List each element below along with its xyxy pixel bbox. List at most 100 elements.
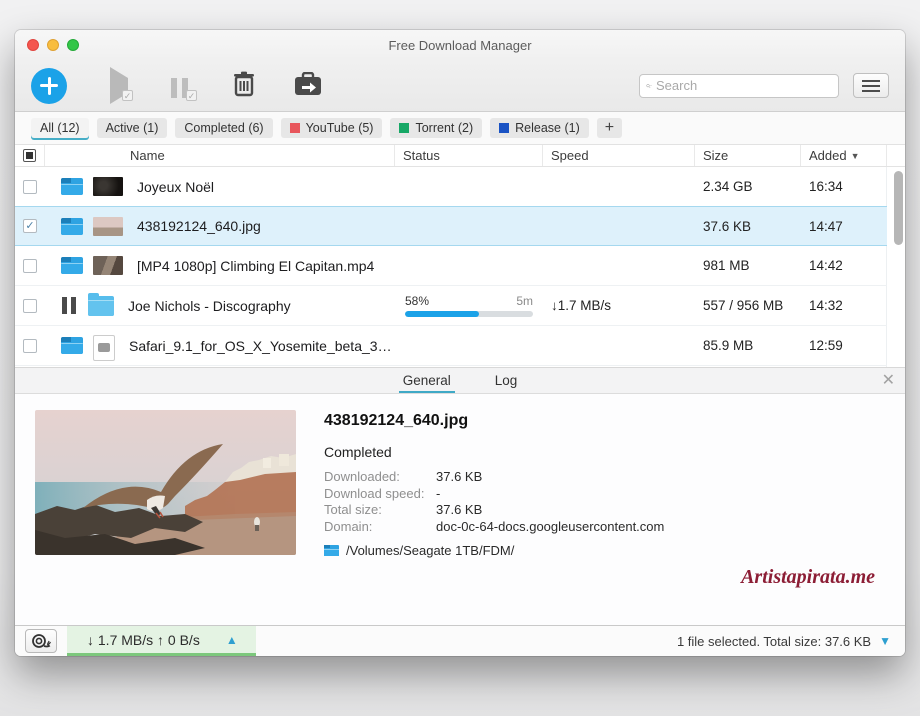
chevron-up-icon: ▲ (226, 633, 238, 647)
export-button[interactable] (293, 71, 323, 101)
hamburger-icon (862, 80, 880, 82)
table-row[interactable]: Safari_9.1_for_OS_X_Yosemite_beta_3.dmg … (15, 326, 887, 366)
added-time: 12:59 (809, 338, 843, 353)
zoom-window-button[interactable] (67, 39, 79, 51)
close-detail-icon[interactable]: ✕ (882, 373, 895, 389)
table-header: Name Status Speed Size Added ▼ (15, 145, 905, 167)
table-row-downloading[interactable]: Joe Nichols - Discography 58% 5m ↓1.7 MB… (15, 286, 887, 326)
watermark: Artistapirata.me (741, 566, 875, 589)
export-box-icon (294, 72, 322, 96)
field-label: Downloaded: (324, 469, 436, 484)
header-name[interactable]: Name (45, 145, 395, 166)
file-name: Joe Nichols - Discography (128, 298, 291, 314)
dmg-file-icon (93, 335, 115, 361)
field-label: Total size: (324, 502, 436, 517)
field-value: - (436, 486, 664, 501)
tab-release[interactable]: Release (1) (490, 118, 589, 138)
row-checkbox[interactable] (23, 259, 37, 273)
search-field (639, 74, 839, 98)
toolbar: ✓ ✓ (15, 60, 905, 112)
file-name: Joyeux Noël (137, 179, 214, 195)
progress-bar (405, 311, 533, 317)
file-preview-image (35, 410, 296, 555)
selection-summary[interactable]: 1 file selected. Total size: 37.6 KB ▼ (677, 634, 891, 649)
folder-icon (324, 545, 339, 556)
global-speed-toggle[interactable]: ↓ 1.7 MB/s ↑ 0 B/s ▲ (67, 626, 256, 656)
app-window: Free Download Manager ✓ ✓ (15, 30, 905, 656)
folder-icon (61, 257, 83, 274)
row-checkbox[interactable] (23, 339, 37, 353)
sort-chevron-icon: ▼ (851, 151, 860, 161)
table-row-selected[interactable]: ✓ 438192124_640.jpg 37.6 KB 14:47 (15, 206, 887, 246)
file-size: 85.9 MB (703, 338, 753, 353)
filter-tabbar: All (12) Active (1) Completed (6) YouTub… (15, 112, 905, 145)
added-time: 14:32 (809, 298, 843, 313)
tab-youtube[interactable]: YouTube (5) (281, 118, 383, 138)
resume-checkbox-icon: ✓ (122, 90, 133, 101)
added-time: 14:47 (809, 219, 843, 234)
save-path-text: /Volumes/Seagate 1TB/FDM/ (346, 543, 514, 558)
download-list: Joyeux Noël 2.34 GB 16:34 ✓ 438192124_64… (15, 167, 905, 367)
chevron-down-icon: ▼ (879, 634, 891, 648)
image-thumbnail (93, 217, 123, 236)
progress-eta: 5m (516, 294, 533, 308)
field-label: Download speed: (324, 486, 436, 501)
release-color-swatch (499, 123, 509, 133)
detail-tabbar: General Log ✕ (15, 367, 905, 394)
youtube-color-swatch (290, 123, 300, 133)
vertical-scrollbar[interactable] (894, 171, 903, 245)
row-checkbox[interactable] (23, 299, 37, 313)
add-tab-button[interactable]: + (597, 118, 622, 138)
field-label: Domain: (324, 519, 436, 534)
header-speed[interactable]: Speed (543, 145, 695, 166)
progress-percent: 58% (405, 294, 429, 308)
field-value: 37.6 KB (436, 502, 664, 517)
file-size: 981 MB (703, 258, 750, 273)
table-row[interactable]: Joyeux Noël 2.34 GB 16:34 (15, 167, 887, 207)
minimize-window-button[interactable] (47, 39, 59, 51)
pause-button[interactable]: ✓ (165, 71, 195, 101)
field-value: 37.6 KB (436, 469, 664, 484)
search-input[interactable] (656, 78, 832, 93)
added-time: 16:34 (809, 179, 843, 194)
folder-icon (61, 218, 83, 235)
tab-general[interactable]: General (399, 368, 455, 393)
download-speed: ↓1.7 MB/s (551, 298, 611, 313)
folder-icon (61, 178, 83, 195)
file-size: 557 / 956 MB (703, 298, 783, 313)
header-added[interactable]: Added ▼ (801, 145, 887, 166)
detail-fields: Downloaded: 37.6 KB Download speed: - To… (324, 469, 664, 534)
torrent-color-swatch (399, 123, 409, 133)
file-name: Safari_9.1_for_OS_X_Yosemite_beta_3.dmg (129, 338, 395, 354)
delete-button[interactable] (229, 71, 259, 101)
row-checkbox-checked[interactable]: ✓ (23, 219, 37, 233)
row-checkbox[interactable] (23, 180, 37, 194)
select-all-checkbox[interactable] (23, 149, 36, 162)
menu-button[interactable] (853, 73, 889, 98)
file-name: [MP4 1080p] Climbing El Capitan.mp4 (137, 258, 374, 274)
tab-completed[interactable]: Completed (6) (175, 118, 272, 138)
resume-button[interactable]: ✓ (101, 71, 131, 101)
snail-mode-button[interactable] (25, 629, 57, 653)
file-size: 37.6 KB (703, 219, 751, 234)
folder-icon (88, 296, 114, 316)
file-info: 438192124_640.jpg Completed Downloaded: … (324, 410, 664, 625)
tab-log[interactable]: Log (491, 368, 522, 393)
table-row[interactable]: [MP4 1080p] Climbing El Capitan.mp4 981 … (15, 246, 887, 286)
window-title: Free Download Manager (15, 38, 905, 53)
traffic-lights (27, 39, 79, 51)
field-value: doc-0c-64-docs.googleusercontent.com (436, 519, 664, 534)
close-window-button[interactable] (27, 39, 39, 51)
save-path[interactable]: /Volumes/Seagate 1TB/FDM/ (324, 543, 664, 558)
header-status[interactable]: Status (395, 145, 543, 166)
tab-all[interactable]: All (12) (31, 118, 89, 138)
titlebar: Free Download Manager (15, 30, 905, 60)
header-size[interactable]: Size (695, 145, 801, 166)
detail-status: Completed (324, 444, 664, 460)
tab-active[interactable]: Active (1) (97, 118, 168, 138)
tab-torrent[interactable]: Torrent (2) (390, 118, 482, 138)
global-speeds: ↓ 1.7 MB/s ↑ 0 B/s (87, 632, 200, 648)
video-thumbnail (93, 256, 123, 275)
detail-file-name: 438192124_640.jpg (324, 412, 664, 430)
add-download-button[interactable] (31, 68, 67, 104)
